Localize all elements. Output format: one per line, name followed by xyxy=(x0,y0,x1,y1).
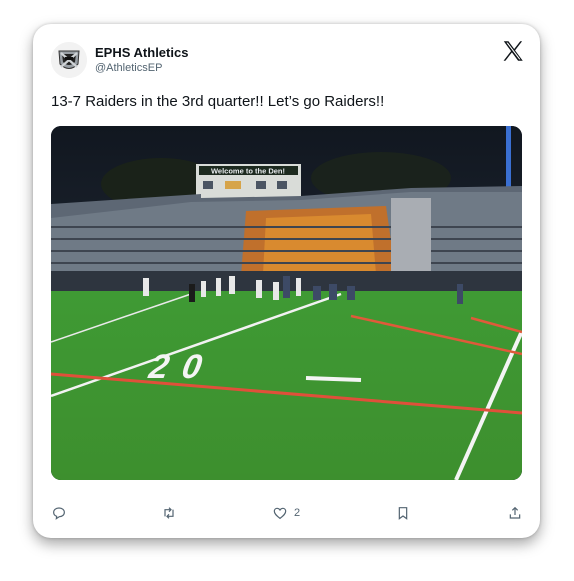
reply-button[interactable] xyxy=(51,502,67,524)
share-icon xyxy=(509,506,521,519)
bookmark-button[interactable] xyxy=(395,502,411,524)
x-logo-icon[interactable] xyxy=(500,38,526,64)
tweet-media-photo[interactable]: Welcome to the Den! 20 xyxy=(51,126,522,480)
author-name[interactable]: EPHS Athletics xyxy=(95,45,188,60)
field-yard-number: 20 xyxy=(143,348,223,386)
bookmark-icon xyxy=(398,507,408,520)
reply-icon xyxy=(53,507,65,520)
heart-icon xyxy=(273,507,287,520)
retweet-icon xyxy=(164,507,174,519)
like-count: 2 xyxy=(294,507,301,519)
raiders-logo-icon xyxy=(51,42,87,78)
retweet-button[interactable] xyxy=(161,502,177,524)
share-button[interactable] xyxy=(507,502,523,524)
tweet-text: 13-7 Raiders in the 3rd quarter!! Let’s … xyxy=(51,93,385,110)
tweet-actions: 2 xyxy=(51,502,522,524)
avatar[interactable] xyxy=(51,42,87,78)
like-button[interactable]: 2 xyxy=(272,502,300,524)
football-field-image: Welcome to the Den! 20 xyxy=(51,126,522,480)
author-handle[interactable]: @AthleticsEP xyxy=(95,62,162,74)
tweet-card: EPHS Athletics @AthleticsEP 13-7 Raiders… xyxy=(33,24,540,538)
press-box-sign: Welcome to the Den! xyxy=(211,167,285,176)
